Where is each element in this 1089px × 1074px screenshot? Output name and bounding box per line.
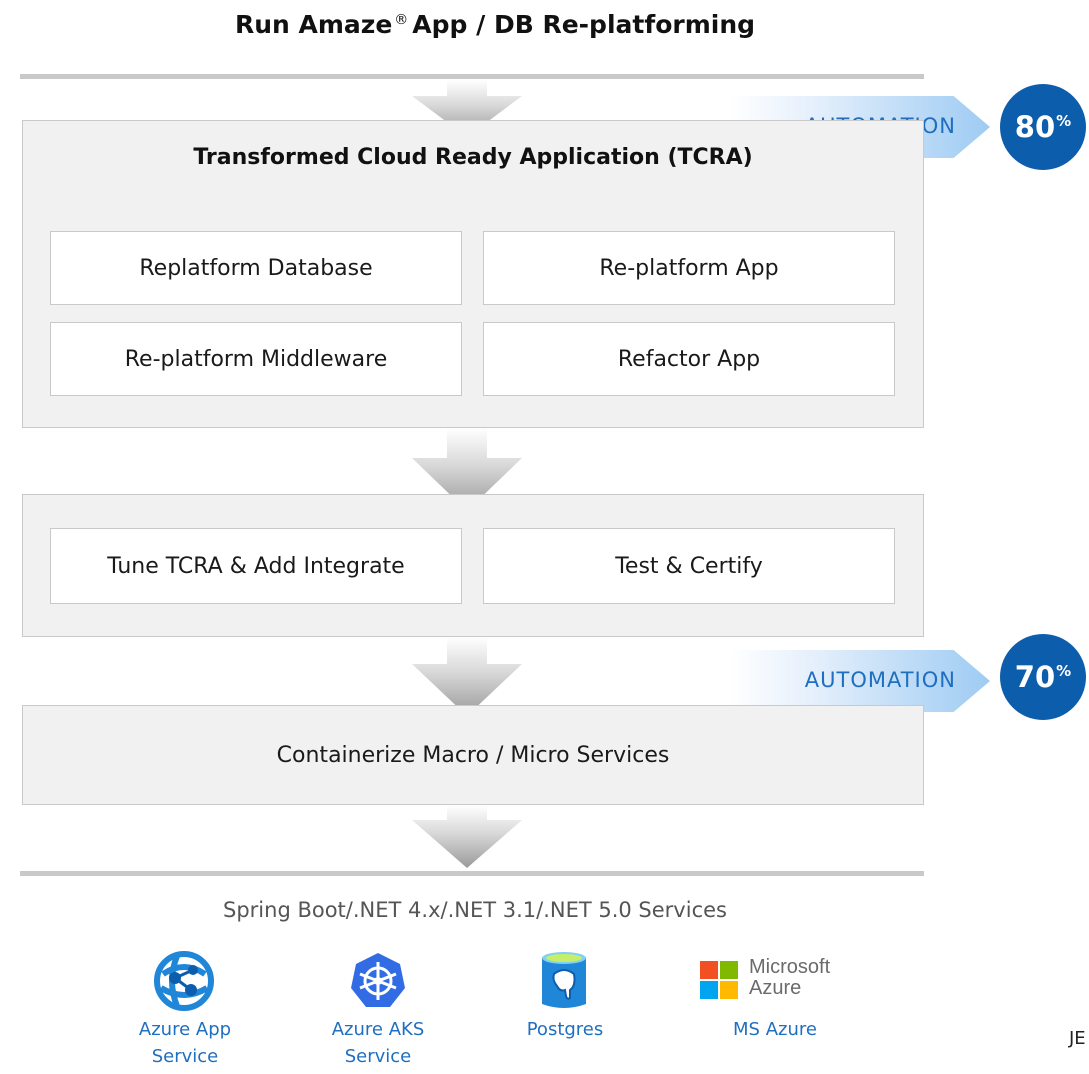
- microsoft-azure-logo: Microsoft Azure: [700, 957, 860, 1001]
- azure-logo-text: Azure: [749, 977, 802, 999]
- cropped-edge-text: JE: [1069, 1028, 1086, 1049]
- microsoft-squares-icon: [700, 961, 738, 999]
- automation-label-2: AUTOMATION: [804, 668, 956, 692]
- automation-badge-2: 70%: [1000, 634, 1086, 720]
- refactor-app-box: Refactor App: [483, 322, 895, 396]
- postgres-label: Postgres: [490, 1016, 640, 1043]
- automation-percent-2: 70: [1014, 660, 1056, 694]
- tcra-title: Transformed Cloud Ready Application (TCR…: [193, 145, 753, 170]
- azure-aks-icon: [351, 953, 405, 1007]
- microsoft-logo-text: Microsoft: [749, 956, 831, 978]
- azure-aks-line2: Service: [344, 1046, 412, 1067]
- ms-azure-label: MS Azure: [700, 1016, 850, 1043]
- replatform-app-box: Re-platform App: [483, 231, 895, 305]
- azure-app-service-icon: [154, 951, 214, 1011]
- azure-app-service-line2: Service: [151, 1046, 219, 1067]
- percent-sign-2: %: [1056, 662, 1072, 680]
- ms-azure-line1: MS Azure: [733, 1019, 817, 1040]
- azure-aks-label: Azure AKS Service: [303, 1016, 453, 1070]
- bottom-divider: [20, 871, 924, 876]
- services-line: Spring Boot/.NET 4.x/.NET 3.1/.NET 5.0 S…: [223, 898, 727, 922]
- test-certify-box: Test & Certify: [483, 528, 895, 604]
- azure-aks-line1: Azure AKS: [331, 1019, 425, 1040]
- containerize-panel: Containerize Macro / Micro Services: [22, 705, 924, 805]
- postgres-icon: [542, 952, 586, 1008]
- postgres-line1: Postgres: [526, 1019, 604, 1040]
- containerize-label: Containerize Macro / Micro Services: [276, 742, 670, 768]
- azure-app-service-label: Azure App Service: [110, 1016, 260, 1070]
- azure-app-service-line1: Azure App: [138, 1019, 232, 1040]
- tune-tcra-box: Tune TCRA & Add Integrate: [50, 528, 462, 604]
- replatform-database-box: Replatform Database: [50, 231, 462, 305]
- down-arrow-4: [412, 805, 522, 868]
- replatform-middleware-box: Re-platform Middleware: [50, 322, 462, 396]
